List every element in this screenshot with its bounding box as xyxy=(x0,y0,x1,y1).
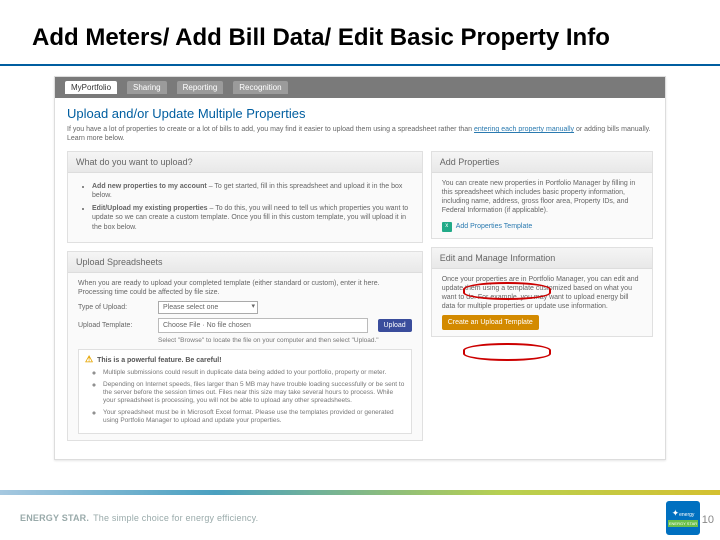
tab-myportfolio[interactable]: MyPortfolio xyxy=(65,81,117,94)
type-label: Type of Upload: xyxy=(78,303,148,312)
warn-item-3: Your spreadsheet must be in Microsoft Ex… xyxy=(103,409,405,426)
slide-title: Add Meters/ Add Bill Data/ Edit Basic Pr… xyxy=(0,0,720,66)
warning-box: ⚠This is a powerful feature. Be careful!… xyxy=(78,349,412,433)
xls-icon: x xyxy=(442,222,452,232)
tab-bar: MyPortfolio Sharing Reporting Recognitio… xyxy=(55,77,665,98)
warn-item-1: Multiple submissions could result in dup… xyxy=(103,369,405,377)
tab-sharing[interactable]: Sharing xyxy=(127,81,167,94)
add-properties-panel: Add Properties You can create new proper… xyxy=(431,151,653,238)
create-upload-template-button[interactable]: Create an Upload Template xyxy=(442,315,539,330)
add-properties-template-link[interactable]: Add Properties Template xyxy=(456,222,533,231)
upload-intro: When you are ready to upload your comple… xyxy=(78,279,412,297)
custom-template-link[interactable]: create a custom template. xyxy=(149,214,230,221)
page-heading: Upload and/or Update Multiple Properties xyxy=(67,106,653,121)
logo-band: ENERGY STAR xyxy=(668,520,698,527)
page-header: Upload and/or Update Multiple Properties… xyxy=(55,98,665,151)
spreadsheet-link-right[interactable]: this spreadsheet xyxy=(442,189,493,196)
footer-text: ENERGY STAR.The simple choice for energy… xyxy=(20,513,258,523)
file-input[interactable]: Choose File · No file chosen xyxy=(158,318,368,333)
template-label: Upload Template: xyxy=(78,321,148,330)
upload-help: Select "Browse" to locate the file on yo… xyxy=(158,337,412,345)
type-select[interactable]: Please select one xyxy=(158,301,258,314)
add-properties-intro: You can create new properties in Portfol… xyxy=(442,179,642,215)
callout-circle-spreadsheet xyxy=(463,282,551,300)
spreadsheet-link-left[interactable]: this spreadsheet xyxy=(277,183,328,190)
slide-footer: ENERGY STAR.The simple choice for energy… xyxy=(0,490,720,540)
option-add-properties: Add new properties to my account – To ge… xyxy=(92,182,412,200)
warn-item-2: Depending on Internet speeds, files larg… xyxy=(103,381,405,406)
callout-circle-create-template xyxy=(463,343,551,361)
logo-star-icon: ✦energy xyxy=(672,509,695,518)
what-upload-head: What do you want to upload? xyxy=(68,152,422,173)
page-intro: If you have a lot of properties to creat… xyxy=(67,125,653,143)
portfolio-manager-screenshot: MyPortfolio Sharing Reporting Recognitio… xyxy=(54,76,666,460)
edit-manage-head: Edit and Manage Information xyxy=(432,248,652,269)
tab-reporting[interactable]: Reporting xyxy=(177,81,224,94)
what-upload-panel: What do you want to upload? Add new prop… xyxy=(67,151,423,242)
tab-recognition[interactable]: Recognition xyxy=(233,81,287,94)
upload-spreadsheets-panel: Upload Spreadsheets When you are ready t… xyxy=(67,251,423,441)
upload-button[interactable]: Upload xyxy=(378,319,412,332)
option-edit-properties: Edit/Upload my existing properties – To … xyxy=(92,204,412,231)
entering-manually-link[interactable]: entering each property manually xyxy=(474,126,574,133)
upload-spreadsheets-head: Upload Spreadsheets xyxy=(68,252,422,273)
add-properties-head: Add Properties xyxy=(432,152,652,173)
warning-icon: ⚠ xyxy=(85,354,93,366)
page-number: 10 xyxy=(702,514,714,526)
energy-star-logo: ✦energy ENERGY STAR xyxy=(666,501,700,535)
